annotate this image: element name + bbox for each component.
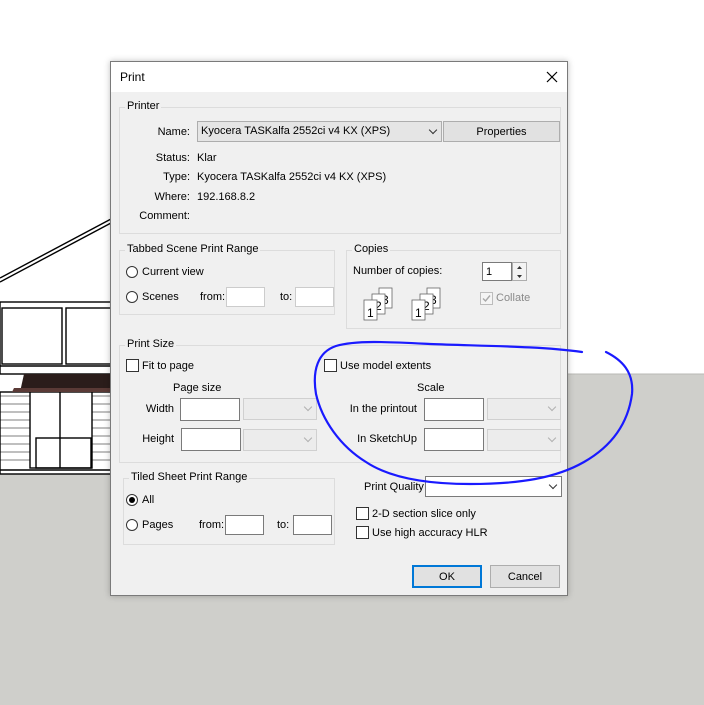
scenes-to-input[interactable] [295, 287, 334, 307]
page-size-label: Page size [173, 382, 222, 394]
print-quality-label: Print Quality [364, 481, 424, 493]
in-sketchup-unit-select[interactable] [487, 429, 561, 451]
printer-name-select[interactable]: Kyocera TASKalfa 2552ci v4 KX (XPS) [197, 121, 442, 142]
scenes-radio[interactable] [126, 291, 138, 303]
checkmark-icon [482, 295, 491, 303]
cancel-label: Cancel [507, 570, 543, 583]
type-label: Type: [163, 171, 190, 183]
height-label: Height [142, 433, 174, 445]
ok-button[interactable]: OK [412, 565, 482, 588]
chevron-down-icon [548, 480, 558, 489]
where-label: Where: [154, 191, 190, 203]
use-model-extents-label[interactable]: Use model extents [340, 360, 431, 372]
in-printout-unit-select[interactable] [487, 398, 561, 420]
cancel-button[interactable]: Cancel [490, 565, 560, 588]
ok-label: OK [439, 570, 455, 583]
scene-range-group-label: Tabbed Scene Print Range [125, 243, 261, 255]
use-model-extents-checkbox[interactable] [324, 359, 337, 372]
tiled-pages-label[interactable]: Pages [142, 519, 173, 531]
tiled-range-group-label: Tiled Sheet Print Range [129, 471, 250, 483]
scenes-from-input[interactable] [226, 287, 265, 307]
tiled-to-input[interactable] [293, 515, 332, 535]
copies-number-label: Number of copies: [353, 265, 443, 277]
comment-label: Comment: [139, 210, 190, 222]
in-printout-input[interactable] [424, 398, 484, 421]
chevron-down-icon [303, 402, 313, 412]
tiled-to-label: to: [277, 519, 290, 531]
tiled-all-radio[interactable] [126, 494, 138, 506]
tiled-from-input[interactable] [225, 515, 264, 535]
printer-group-label: Printer [125, 100, 162, 112]
title-bar: Print [111, 62, 567, 92]
chevron-down-icon [303, 433, 313, 443]
height-unit-select[interactable] [243, 429, 317, 451]
collate-checkbox[interactable] [480, 292, 493, 305]
spin-down-icon [517, 275, 522, 278]
tiled-all-label[interactable]: All [142, 494, 154, 506]
scenes-from-label: from: [200, 291, 226, 303]
width-label: Width [145, 403, 174, 415]
where-value: 192.168.8.2 [197, 191, 256, 203]
current-view-radio[interactable] [126, 266, 138, 278]
status-label: Status: [155, 152, 190, 164]
hlr-checkbox[interactable] [356, 526, 369, 539]
fit-to-page-label[interactable]: Fit to page [142, 360, 194, 372]
hlr-label[interactable]: Use high accuracy HLR [372, 527, 488, 539]
copies-number-input[interactable] [482, 262, 512, 281]
collate-label: Collate [496, 292, 531, 304]
printer-name-value: Kyocera TASKalfa 2552ci v4 KX (XPS) [201, 125, 391, 137]
in-sketchup-label: In SketchUp [357, 433, 417, 445]
scenes-to-label: to: [280, 291, 293, 303]
printer-name-label: Name: [157, 126, 190, 138]
status-value: Klar [197, 152, 217, 164]
print-size-group-label: Print Size [125, 338, 177, 350]
in-sketchup-input[interactable] [424, 428, 484, 451]
copies-spinner[interactable] [512, 262, 527, 281]
width-unit-select[interactable] [243, 398, 317, 420]
close-button[interactable] [537, 62, 567, 92]
properties-label: Properties [476, 125, 527, 138]
chevron-down-icon [547, 433, 557, 443]
scenes-label[interactable]: Scenes [142, 291, 179, 303]
scale-label: Scale [417, 382, 445, 394]
close-icon [546, 71, 558, 83]
chevron-down-icon [428, 125, 438, 134]
width-input[interactable] [180, 398, 240, 421]
copies-group-label: Copies [352, 243, 391, 255]
current-view-label[interactable]: Current view [142, 266, 204, 278]
print-dialog: Print Printer Name: Kyocera TASKalfa 255… [110, 61, 568, 596]
spin-up-icon [517, 266, 522, 269]
dialog-title: Print [120, 70, 145, 84]
section-slice-checkbox[interactable] [356, 507, 369, 520]
in-printout-label: In the printout [349, 403, 417, 415]
tiled-pages-radio[interactable] [126, 519, 138, 531]
print-quality-select[interactable] [425, 476, 562, 497]
height-input[interactable] [181, 428, 241, 451]
copy2-page1-digit: 1 [415, 306, 422, 320]
tiled-from-label: from: [199, 519, 225, 531]
fit-to-page-checkbox[interactable] [126, 359, 139, 372]
chevron-down-icon [547, 402, 557, 412]
collate-pages-icon: 3 2 1 3 2 1 [363, 287, 441, 321]
copy1-page1-digit: 1 [367, 306, 374, 320]
type-value: Kyocera TASKalfa 2552ci v4 KX (XPS) [197, 171, 387, 183]
section-slice-label[interactable]: 2-D section slice only [372, 508, 476, 520]
properties-button[interactable]: Properties [443, 121, 560, 142]
